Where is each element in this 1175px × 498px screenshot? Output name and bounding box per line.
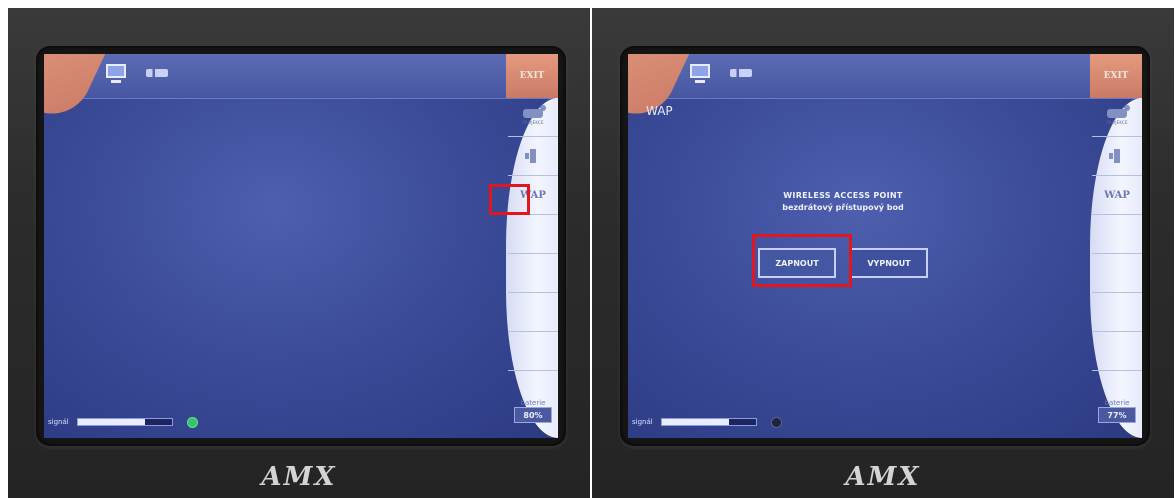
wap-label: WAP	[1104, 189, 1130, 201]
monitor-icon[interactable]	[690, 64, 710, 83]
right-photo: EXIT WAP PROJEKCE WAP baterie 77% WIRELE…	[592, 8, 1174, 498]
side-menu: PROJEKCE WAP baterie 77%	[1090, 98, 1142, 438]
projector-label: PROJEKCE	[522, 120, 544, 125]
signal-bar	[76, 418, 173, 426]
side-item-projector[interactable]: PROJEKCE	[508, 98, 558, 137]
plug-icon[interactable]	[146, 69, 168, 77]
side-item-empty-3[interactable]	[1092, 293, 1142, 332]
exit-button[interactable]: EXIT	[506, 54, 558, 98]
speaker-icon	[1109, 149, 1120, 163]
signal-bar	[660, 418, 757, 426]
side-item-volume[interactable]	[1092, 137, 1142, 176]
projector-icon	[523, 105, 546, 118]
battery-label: baterie	[520, 399, 546, 407]
touchpanel-screen: EXIT PROJEKCE WAP baterie 80% signál	[44, 54, 558, 438]
side-item-wap[interactable]: WAP	[1092, 176, 1142, 215]
exit-button[interactable]: EXIT	[1090, 54, 1142, 98]
side-item-empty-4[interactable]	[508, 332, 558, 371]
side-item-empty-2[interactable]	[1092, 254, 1142, 293]
side-item-empty-1[interactable]	[508, 215, 558, 254]
vypnout-button[interactable]: VYPNOUT	[850, 248, 928, 278]
side-item-projector[interactable]: PROJEKCE	[1092, 98, 1142, 137]
side-item-empty-3[interactable]	[508, 293, 558, 332]
battery-value: 80%	[514, 407, 552, 423]
wap-highlight	[489, 184, 530, 215]
touchpanel-bezel: EXIT WAP PROJEKCE WAP baterie 77% WIRELE…	[620, 46, 1150, 446]
status-led	[186, 416, 198, 428]
signal-fill	[77, 419, 146, 425]
battery-label: baterie	[1104, 399, 1130, 407]
battery-value: 77%	[1098, 407, 1136, 423]
corner-decoration	[44, 54, 110, 127]
speaker-icon	[525, 149, 536, 163]
signal-label: signál	[632, 418, 653, 426]
zapnout-highlight	[752, 234, 852, 287]
side-item-empty-1[interactable]	[1092, 215, 1142, 254]
status-led	[770, 416, 782, 428]
signal-label: signál	[48, 418, 69, 426]
projector-label: PROJEKCE	[1106, 120, 1128, 125]
projector-icon	[1107, 105, 1130, 118]
top-bar: EXIT	[628, 54, 1142, 127]
amx-logo: AMX	[845, 462, 921, 492]
battery-indicator: baterie 77%	[1092, 388, 1142, 434]
page-title: WAP	[646, 104, 673, 118]
touchpanel-bezel: EXIT PROJEKCE WAP baterie 80% signál	[36, 46, 566, 446]
monitor-icon[interactable]	[106, 64, 126, 83]
top-bar: EXIT	[44, 54, 558, 127]
left-photo: EXIT PROJEKCE WAP baterie 80% signál AMX	[8, 8, 590, 498]
side-item-volume[interactable]	[508, 137, 558, 176]
dialog-subtitle: bezdrátový přístupový bod	[782, 203, 904, 212]
dialog-title: WIRELESS ACCESS POINT	[783, 191, 903, 200]
battery-indicator: baterie 80%	[508, 388, 558, 434]
touchpanel-screen: EXIT WAP PROJEKCE WAP baterie 77% WIRELE…	[628, 54, 1142, 438]
signal-fill	[661, 419, 730, 425]
side-item-empty-4[interactable]	[1092, 332, 1142, 371]
side-item-empty-2[interactable]	[508, 254, 558, 293]
plug-icon[interactable]	[730, 69, 752, 77]
signal-indicator: signál	[48, 416, 198, 428]
signal-indicator: signál	[632, 416, 782, 428]
amx-logo: AMX	[261, 462, 337, 492]
side-menu: PROJEKCE WAP baterie 80%	[506, 98, 558, 438]
